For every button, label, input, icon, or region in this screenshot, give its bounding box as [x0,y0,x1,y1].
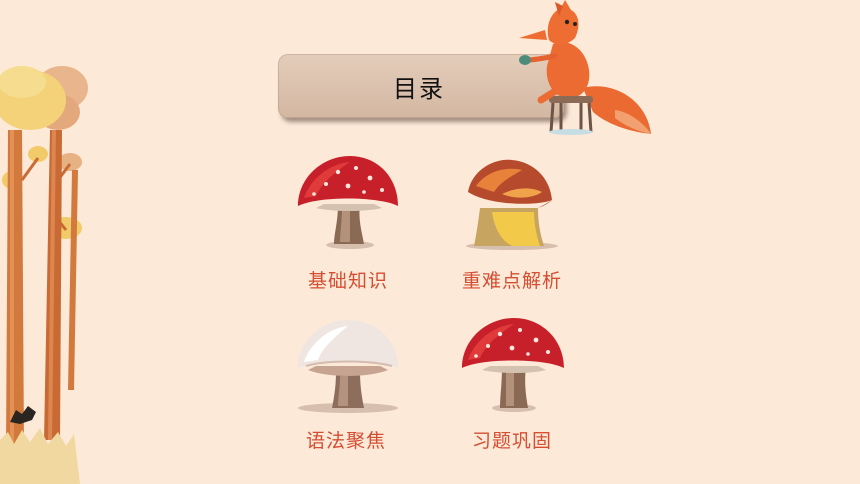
menu-label-key-difficulties: 重难点解析 [461,270,562,292]
menu-item-grammar-focus[interactable]: 语法聚焦 [276,308,416,458]
white-mushroom-icon [298,320,398,413]
page-title: 目录 [393,74,445,103]
table-of-contents-slide: 目录 基础知识 重难点解析 语法聚焦 习题巩固 [0,0,860,484]
menu-label-exercise-consolidation: 习题巩固 [471,430,552,452]
red-mushroom-icon [298,156,398,249]
menu-item-key-difficulties[interactable]: 重难点解析 [442,148,582,298]
trees-illustration [0,66,88,484]
fox-illustration [519,0,651,135]
menu-label-basic-knowledge: 基础知识 [307,270,388,292]
red-mushroom-icon [462,318,564,412]
menu-label-grammar-focus: 语法聚焦 [305,430,386,452]
menu-item-exercise-consolidation[interactable]: 习题巩固 [442,308,582,458]
menu-item-basic-knowledge[interactable]: 基础知识 [278,148,418,298]
yellow-mushroom-icon [466,159,558,250]
